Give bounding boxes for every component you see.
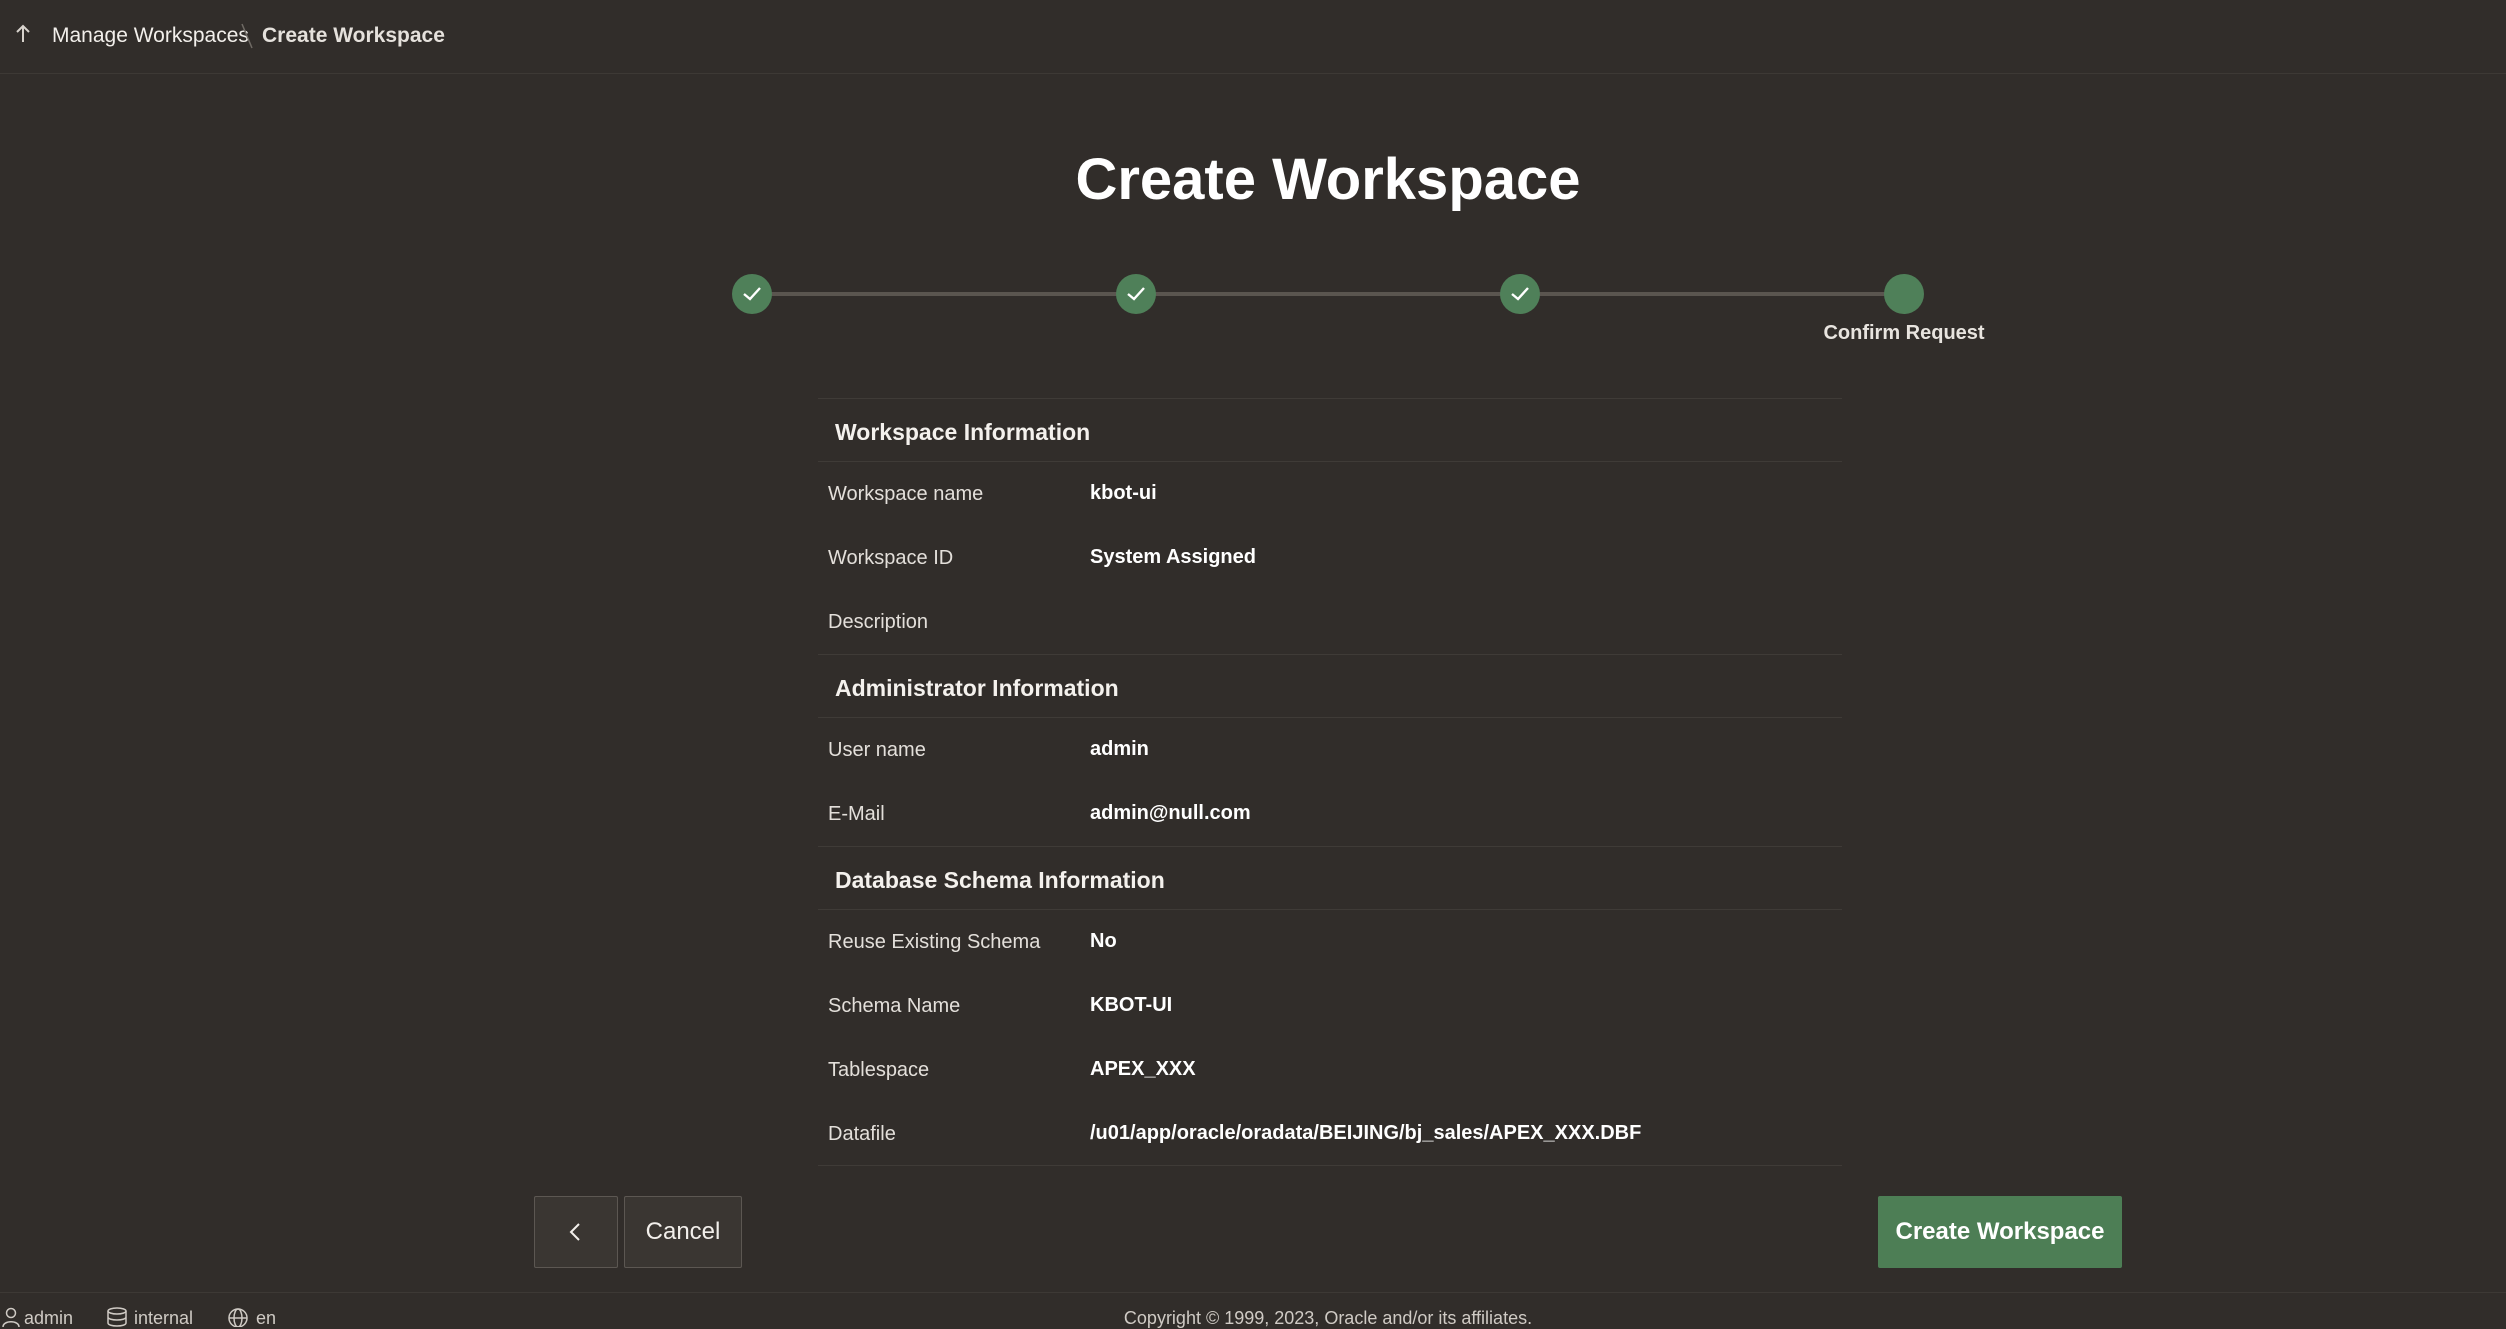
check-icon [743, 287, 761, 301]
breadcrumb-manage-workspaces[interactable]: Manage Workspaces [52, 22, 249, 50]
row-label: User name [828, 739, 926, 761]
summary-row-reuse-existing-schema: Reuse Existing Schema No [818, 910, 1842, 974]
section-heading: Administrator Information [835, 675, 1119, 701]
summary-row-description: Description [818, 590, 1842, 654]
row-value: System Assigned [1090, 546, 1256, 568]
row-label: Tablespace [828, 1059, 930, 1081]
summary-row-tablespace: Tablespace APEX_XXX [818, 1038, 1842, 1102]
row-label: Workspace name [828, 483, 984, 505]
chevron-left-icon [569, 1223, 580, 1241]
wizard-step-label-confirm-request: Confirm Request [1823, 322, 1985, 344]
row-label: Reuse Existing Schema [828, 931, 1041, 953]
wizard-step-1-complete [732, 274, 772, 314]
row-label: Description [828, 611, 929, 633]
section-heading: Workspace Information [835, 419, 1091, 445]
row-value: No [1090, 930, 1117, 952]
summary-row-schema-name: Schema Name KBOT-UI [818, 974, 1842, 1038]
cancel-button[interactable]: Cancel [624, 1196, 742, 1268]
summary-row-email: E-Mail admin@null.com [818, 782, 1842, 846]
row-label: Schema Name [828, 995, 961, 1017]
row-value: KBOT-UI [1090, 994, 1173, 1016]
row-value: /u01/app/oracle/oradata/BEIJING/bj_sales… [1090, 1122, 1642, 1144]
wizard-step-3-complete [1500, 274, 1540, 314]
previous-button[interactable] [534, 1196, 618, 1268]
row-value: admin [1090, 738, 1149, 760]
row-value: admin@null.com [1090, 802, 1251, 824]
arrow-up-icon[interactable] [12, 22, 34, 48]
wizard-step-2-complete [1116, 274, 1156, 314]
wizard-progress-line [752, 292, 1904, 296]
breadcrumb-current-page: Create Workspace [262, 24, 445, 47]
top-bar: Manage Workspaces Create Workspace [0, 0, 2506, 74]
row-label: E-Mail [828, 803, 885, 825]
check-icon [1127, 287, 1145, 301]
summary-row-user-name: User name admin [818, 718, 1842, 782]
create-workspace-button[interactable]: Create Workspace [1878, 1196, 2122, 1268]
summary-row-workspace-id: Workspace ID System Assigned [818, 526, 1842, 590]
row-label: Workspace ID [828, 547, 954, 569]
wizard-progress: Confirm Request [720, 262, 1985, 362]
summary-row-workspace-name: Workspace name kbot-ui [818, 462, 1842, 526]
footer: admin internal en Copyright © 1999, 2023… [0, 1292, 2506, 1328]
summary-row-datafile: Datafile /u01/app/oracle/oradata/BEIJING… [818, 1102, 1842, 1166]
section-heading: Database Schema Information [835, 867, 1165, 893]
row-value: kbot-ui [1090, 482, 1157, 504]
breadcrumb-separator [241, 23, 253, 49]
confirm-summary: Workspace Information Workspace name kbo… [818, 398, 1842, 1166]
section-database-schema-information: Database Schema Information [818, 846, 1842, 910]
section-workspace-information: Workspace Information [818, 398, 1842, 462]
check-icon [1511, 287, 1529, 301]
section-administrator-information: Administrator Information [818, 654, 1842, 718]
page-title: Create Workspace [1075, 147, 1581, 212]
wizard-step-4-current [1884, 274, 1924, 314]
row-label: Datafile [828, 1123, 896, 1145]
row-value: APEX_XXX [1090, 1058, 1196, 1080]
